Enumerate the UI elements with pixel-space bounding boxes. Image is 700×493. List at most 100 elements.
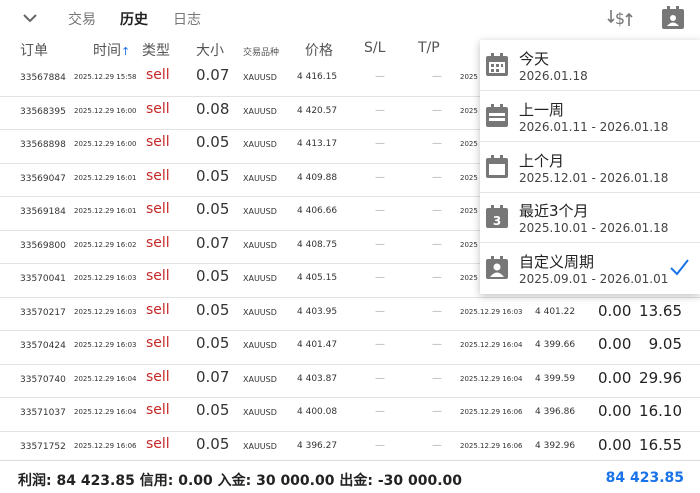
- cell-close-time: 2025: [460, 106, 478, 115]
- svg-text:$: $: [615, 9, 625, 28]
- menu-item-last-3-months[interactable]: 3 最近3个月 2025.10.01 - 2026.01.18: [480, 192, 700, 244]
- cell-stop-loss: —: [375, 171, 385, 183]
- cell-symbol: XAUUSD: [243, 374, 277, 384]
- cell-symbol: XAUUSD: [243, 173, 277, 183]
- table-row[interactable]: 33571037 2025.12.29 16:04 sell 0.05 XAUUSD 4 …: [0, 397, 700, 432]
- cell-open-time: 2025.12.29 16:00: [74, 106, 137, 115]
- cell-open-time: 2025.12.29 16:00: [74, 140, 137, 148]
- menu-item-range: 2025.12.01 - 2026.01.18: [519, 170, 669, 185]
- menu-item-last-month[interactable]: 上个月 2025.12.01 - 2026.01.18: [480, 142, 700, 193]
- col-tp[interactable]: T/P: [418, 40, 440, 56]
- summary-total: 84 423.85: [605, 470, 684, 486]
- cell-symbol: XAUUSD: [243, 140, 277, 149]
- cell-close-time: 2025: [460, 173, 478, 182]
- cell-volume: 0.07: [196, 233, 230, 252]
- cell-volume: 0.05: [196, 166, 230, 185]
- cell-stop-loss: —: [375, 372, 385, 384]
- table-row[interactable]: 33570424 2025.12.29 16:03 sell 0.05 XAUUSD 4 …: [0, 330, 700, 365]
- menu-item-title: 最近3个月: [519, 202, 589, 221]
- cell-stop-loss: —: [375, 71, 385, 82]
- period-menu: 今天 2026.01.18 上一周 2026.01.11 - 2026.01.18 上个…: [480, 40, 700, 294]
- cell-close-price: 4 392.96: [535, 440, 576, 451]
- tab-journal[interactable]: 日志: [173, 9, 201, 29]
- menu-item-title: 上一周: [519, 100, 565, 119]
- cell-type: sell: [146, 67, 170, 83]
- cell-type: sell: [146, 201, 170, 217]
- cell-open-time: 2025.12.29 16:01: [74, 207, 137, 215]
- cell-type: sell: [146, 435, 170, 452]
- cell-profit: 29.96: [639, 368, 682, 387]
- top-bar: 交易 历史 日志 $: [0, 0, 700, 38]
- menu-item-today[interactable]: 今天 2026.01.18: [480, 40, 700, 91]
- cell-open-price: 4 405.15: [297, 273, 338, 283]
- col-volume[interactable]: 大小: [196, 40, 224, 60]
- col-symbol[interactable]: 交易品种: [243, 45, 279, 58]
- cell-take-profit: —: [432, 372, 442, 384]
- cell-open-price: 4 401.47: [297, 340, 338, 350]
- table-row[interactable]: 33570740 2025.12.29 16:04 sell 0.07 XAUUSD 4 …: [0, 364, 700, 398]
- cell-order-id: 33569800: [20, 240, 66, 251]
- col-time[interactable]: 时间↑: [93, 40, 130, 60]
- menu-item-range: 2026.01.11 - 2026.01.18: [519, 119, 669, 134]
- cell-open-price: 4 413.17: [297, 139, 338, 149]
- menu-item-last-week[interactable]: 上一周 2026.01.11 - 2026.01.18: [480, 91, 700, 142]
- col-price[interactable]: 价格: [305, 40, 333, 60]
- cell-close-time: 2025.12.29 16:04: [460, 341, 523, 349]
- calendar-day-icon: [486, 53, 508, 76]
- cell-symbol: XAUUSD: [243, 274, 277, 283]
- svg-text:3: 3: [493, 214, 501, 228]
- cell-order-id: 33570041: [20, 274, 66, 284]
- cell-type: sell: [146, 100, 170, 117]
- cell-close-time: 2025: [460, 274, 478, 282]
- cell-type: sell: [146, 234, 170, 251]
- cell-stop-loss: —: [375, 238, 385, 250]
- cell-symbol: XAUUSD: [243, 441, 277, 451]
- cell-take-profit: —: [432, 138, 442, 149]
- cell-close-time: 2025: [460, 140, 478, 148]
- cell-stop-loss: —: [375, 305, 385, 317]
- cell-take-profit: —: [432, 238, 442, 250]
- cell-open-time: 2025.12.29 16:04: [74, 408, 137, 416]
- col-time-label: 时间: [93, 43, 121, 59]
- cell-open-price: 4 400.08: [297, 407, 338, 417]
- cell-swap: 0.00: [598, 335, 632, 353]
- cell-close-price: 4 401.22: [535, 306, 576, 317]
- cell-open-price: 4 403.87: [297, 373, 338, 384]
- cell-type: sell: [146, 167, 170, 184]
- cell-order-id: 33570740: [20, 374, 66, 385]
- cell-order-id: 33568898: [20, 140, 66, 150]
- chevron-down-icon[interactable]: [20, 8, 40, 28]
- cell-symbol: XAUUSD: [243, 341, 277, 350]
- cell-volume: 0.05: [196, 334, 230, 352]
- tab-trade[interactable]: 交易: [68, 9, 96, 29]
- cell-close-time: 2025.12.29 16:06: [460, 441, 523, 450]
- col-sl[interactable]: S/L: [364, 40, 385, 56]
- cell-profit: 9.05: [648, 335, 682, 353]
- sort-by-currency-icon[interactable]: $: [606, 4, 634, 32]
- cell-order-id: 33571752: [20, 441, 66, 452]
- col-type[interactable]: 类型: [142, 40, 170, 60]
- cell-symbol: XAUUSD: [243, 240, 277, 250]
- table-row[interactable]: 33570217 2025.12.29 16:03 sell 0.05 XAUUSD 4 …: [0, 297, 700, 331]
- summary-bar: 利润: 84 423.85 信用: 0.00 入金: 30 000.00 出金:…: [0, 460, 700, 493]
- col-order[interactable]: 订单: [20, 40, 48, 60]
- calendar-period-icon[interactable]: [659, 4, 687, 32]
- summary-text: 利润: 84 423.85 信用: 0.00 入金: 30 000.00 出金:…: [18, 473, 463, 489]
- cell-order-id: 33569047: [20, 173, 66, 184]
- cell-stop-loss: —: [375, 272, 385, 283]
- cell-type: sell: [146, 335, 170, 351]
- cell-symbol: XAUUSD: [243, 106, 277, 116]
- menu-item-title: 自定义周期: [519, 253, 595, 272]
- cell-close-time: 2025.12.29 16:04: [460, 374, 523, 383]
- cell-swap: 0.00: [598, 402, 632, 420]
- cell-close-time: 2025.12.29 16:03: [460, 307, 523, 316]
- cell-volume: 0.07: [196, 66, 230, 84]
- cell-close-time: 2025: [460, 240, 478, 249]
- menu-item-custom-period[interactable]: 自定义周期 2025.09.01 - 2026.01.01: [480, 243, 700, 293]
- menu-item-title: 上个月: [519, 151, 565, 170]
- cell-stop-loss: —: [375, 205, 385, 216]
- tab-history[interactable]: 历史: [120, 9, 148, 29]
- cell-open-time: 2025.12.29 16:02: [74, 240, 137, 249]
- cell-symbol: XAUUSD: [243, 408, 277, 417]
- cell-symbol: XAUUSD: [243, 207, 277, 216]
